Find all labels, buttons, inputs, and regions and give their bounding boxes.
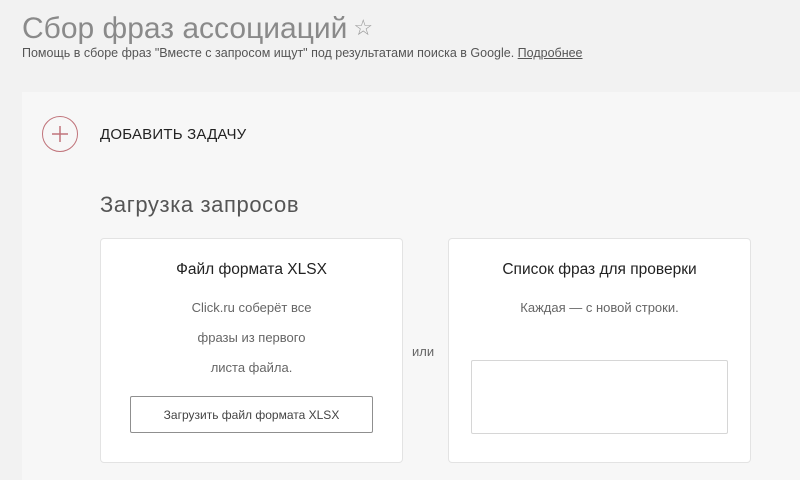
star-icon[interactable]: ☆ bbox=[353, 10, 373, 46]
xlsx-card-description: Click.ru соберёт все фразы из первого ли… bbox=[101, 293, 402, 383]
xlsx-description-line: фразы из первого bbox=[197, 330, 306, 345]
phrases-textarea[interactable] bbox=[471, 360, 728, 434]
phrase-list-card: Список фраз для проверки Каждая — с ново… bbox=[448, 238, 751, 463]
page-title-text: Сбор фраз ассоциаций bbox=[22, 12, 348, 45]
phrase-list-description: Каждая — с новой строки. bbox=[520, 300, 679, 315]
xlsx-description-line: листа файла. bbox=[210, 360, 293, 375]
page-title: Сбор фраз ассоциаций ☆ bbox=[22, 10, 373, 47]
task-panel: ДОБАВИТЬ ЗАДАЧУ Загрузка запросов Файл ф… bbox=[22, 92, 800, 480]
xlsx-card-title: Файл формата XLSX bbox=[176, 261, 327, 278]
more-link[interactable]: Подробнее bbox=[518, 46, 583, 60]
page-subtitle: Помощь в сборе фраз "Вместе с запросом и… bbox=[22, 46, 583, 60]
upload-section-title: Загрузка запросов bbox=[100, 192, 300, 217]
add-task-label[interactable]: ДОБАВИТЬ ЗАДАЧУ bbox=[100, 126, 246, 143]
upload-xlsx-button[interactable]: Загрузить файл формата XLSX bbox=[130, 396, 373, 433]
subtitle-text: Помощь в сборе фраз "Вместе с запросом и… bbox=[22, 46, 515, 60]
xlsx-description-line: Click.ru соберёт все bbox=[191, 300, 312, 315]
page: Сбор фраз ассоциаций ☆ Помощь в сборе фра… bbox=[0, 0, 800, 480]
or-label: или bbox=[412, 344, 435, 359]
phrase-list-card-title: Список фраз для проверки bbox=[502, 261, 697, 278]
plus-circle-icon[interactable] bbox=[42, 116, 78, 152]
add-task-button[interactable]: ДОБАВИТЬ ЗАДАЧУ bbox=[42, 116, 246, 152]
xlsx-upload-card: Файл формата XLSX Click.ru соберёт все ф… bbox=[100, 238, 403, 463]
